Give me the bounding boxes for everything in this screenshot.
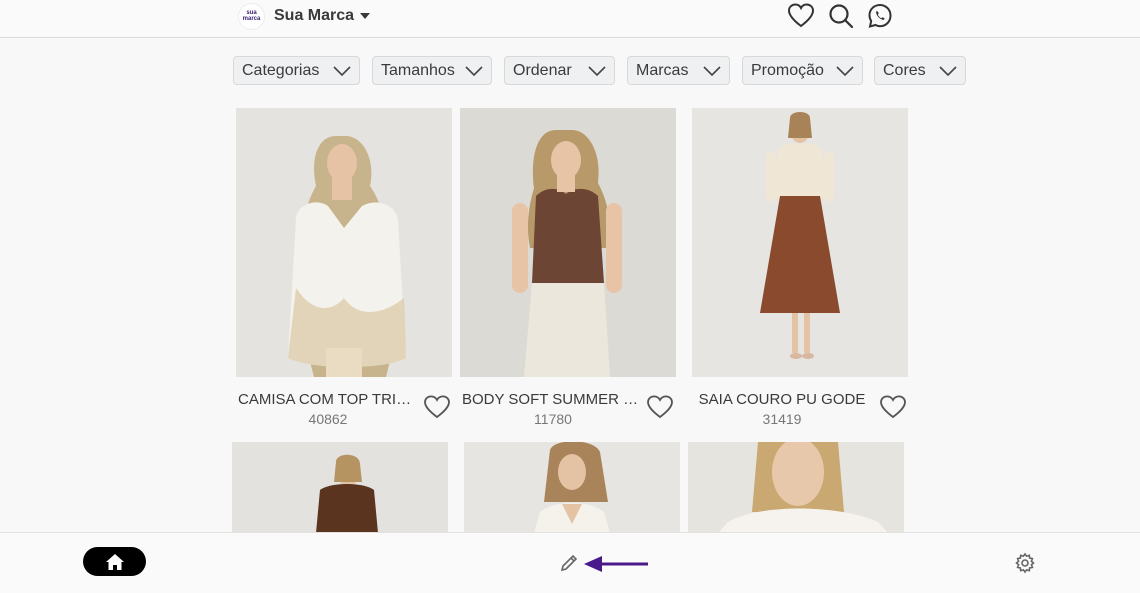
product-image[interactable] — [236, 108, 452, 377]
chevron-down-icon — [465, 66, 483, 77]
chevron-down-icon — [939, 66, 957, 77]
chevron-down-icon — [836, 66, 854, 77]
filter-label: Cores — [883, 61, 926, 79]
product-image[interactable] — [688, 442, 904, 533]
favorite-heart-icon[interactable] — [423, 394, 451, 420]
product-title[interactable]: CAMISA COM TOP TRICOT — [238, 391, 418, 411]
top-bar: sua marca Sua Marca — [0, 0, 1140, 38]
filter-tamanhos[interactable]: Tamanhos — [372, 56, 492, 85]
chevron-down-icon — [703, 66, 721, 77]
product-card[interactable]: SAIA COURO PU GODE 31419 — [692, 108, 916, 433]
filter-cores[interactable]: Cores — [874, 56, 966, 85]
product-card[interactable]: BODY SOFT SUMMER PREGAS 11780 — [460, 108, 684, 433]
brand-logo: sua marca — [238, 2, 265, 30]
product-image[interactable] — [692, 108, 908, 377]
home-icon — [105, 553, 124, 570]
product-code: 40862 — [308, 411, 348, 427]
product-code: 11780 — [534, 411, 572, 427]
filter-marcas[interactable]: Marcas — [627, 56, 730, 85]
filter-label: Categorias — [242, 61, 320, 79]
product-card[interactable]: CAMISA COM TOP TRICOT 40862 — [236, 108, 460, 433]
filter-categorias[interactable]: Categorias — [233, 56, 360, 85]
bottom-bar — [0, 532, 1140, 593]
chevron-down-icon — [588, 66, 606, 77]
filter-promocao[interactable]: Promoção — [742, 56, 863, 85]
gear-icon[interactable] — [1014, 552, 1036, 574]
brand-name: Sua Marca — [274, 7, 355, 24]
filter-label: Marcas — [636, 61, 689, 79]
heart-icon[interactable] — [787, 2, 815, 30]
product-title[interactable]: BODY SOFT SUMMER PREGAS — [462, 391, 646, 411]
pencil-icon[interactable] — [558, 552, 580, 574]
favorite-heart-icon[interactable] — [646, 394, 674, 420]
product-image[interactable] — [232, 442, 448, 533]
arrow-left-icon — [584, 556, 648, 572]
filter-label: Tamanhos — [381, 61, 455, 79]
product-image[interactable] — [460, 108, 676, 377]
filter-label: Promoção — [751, 61, 824, 79]
filter-ordenar[interactable]: Ordenar — [504, 56, 615, 85]
whatsapp-icon[interactable] — [866, 2, 894, 30]
product-title[interactable]: SAIA COURO PU GODE — [692, 391, 872, 411]
product-image[interactable] — [464, 442, 680, 533]
caret-down-icon — [360, 13, 371, 19]
chevron-down-icon — [333, 66, 351, 77]
product-code: 31419 — [762, 411, 802, 427]
brand-selector[interactable]: sua marca Sua Marca — [238, 2, 371, 30]
home-button[interactable] — [83, 547, 146, 576]
filter-label: Ordenar — [513, 61, 572, 79]
favorite-heart-icon[interactable] — [879, 394, 907, 420]
search-icon[interactable] — [827, 2, 855, 30]
